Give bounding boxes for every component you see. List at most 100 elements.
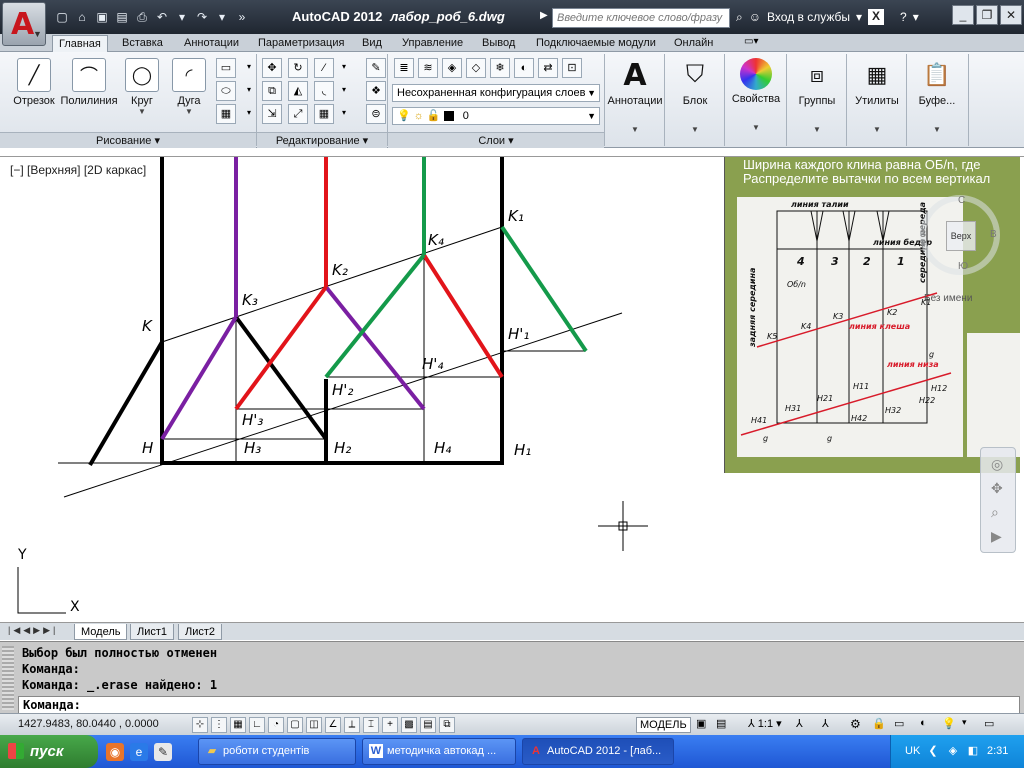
- ribbon-minimize-icon[interactable]: ▭▾: [744, 36, 758, 47]
- layer-off-icon[interactable]: ◐: [514, 58, 534, 78]
- auto-scale-icon[interactable]: ⅄: [822, 717, 829, 730]
- chevron-down-icon[interactable]: ▾: [340, 104, 348, 124]
- rotate-icon[interactable]: ↻: [288, 58, 308, 78]
- chevron-down-icon[interactable]: ▼: [122, 107, 162, 116]
- layer-unisolate-icon[interactable]: ◇: [466, 58, 486, 78]
- taskbar-item-word[interactable]: W методичка автокад ...: [362, 738, 516, 765]
- start-button[interactable]: пуск: [0, 735, 98, 768]
- quick-view-drawings-icon[interactable]: ▤: [716, 717, 726, 730]
- rectangle-icon[interactable]: ▭: [216, 58, 236, 78]
- explode-icon[interactable]: ❖: [366, 81, 386, 101]
- infer-constraints-icon[interactable]: ⊹: [192, 717, 208, 733]
- layer-state-dropdown[interactable]: Несохраненная конфигурация слоев ▼: [392, 84, 600, 102]
- annotation-visibility-icon[interactable]: ⅄: [796, 717, 803, 730]
- current-layer-dropdown[interactable]: 💡 ☼ 🔓 0 ▼: [392, 107, 600, 125]
- network-icon[interactable]: ◈: [945, 743, 961, 759]
- groups-panel-button[interactable]: ⧈ Группы ▼: [788, 58, 846, 148]
- chevron-down-icon[interactable]: ▾: [856, 10, 862, 24]
- status-menu-icon[interactable]: ▾: [962, 717, 967, 728]
- line-tool-button[interactable]: ╱ Отрезок: [10, 58, 58, 107]
- ducs-icon[interactable]: ⟂: [344, 717, 360, 733]
- modify-panel-title[interactable]: Редактирование ▾: [257, 132, 387, 148]
- draw-panel-title[interactable]: Рисование ▾: [0, 132, 256, 148]
- chevron-down-icon[interactable]: ▾: [340, 58, 348, 78]
- clean-screen-icon[interactable]: ▭: [984, 717, 994, 730]
- navigation-bar[interactable]: ◎ ✥ ⌕ ▶: [980, 447, 1016, 553]
- move-icon[interactable]: ✥: [262, 58, 282, 78]
- qat-more-icon[interactable]: »: [234, 9, 250, 25]
- lightbulb-icon[interactable]: 💡: [942, 717, 956, 730]
- application-menu-button[interactable]: A ▼: [2, 2, 46, 46]
- tab-insert[interactable]: Вставка: [116, 35, 169, 52]
- tab-model[interactable]: Модель: [74, 624, 128, 640]
- 3d-osnap-icon[interactable]: ◫: [306, 717, 322, 733]
- volume-icon[interactable]: ◧: [965, 743, 981, 759]
- trim-icon[interactable]: ⁄: [314, 58, 334, 78]
- taskbar-item-folder[interactable]: ▰ роботи студентів: [198, 738, 356, 765]
- layer-isolate-icon[interactable]: ◈: [442, 58, 462, 78]
- signin-button[interactable]: Вход в службы: [767, 10, 850, 24]
- erase-icon[interactable]: ✎: [366, 58, 386, 78]
- redo-dropdown-icon[interactable]: ▾: [214, 9, 230, 25]
- osnap-icon[interactable]: ▢: [287, 717, 303, 733]
- tab-plugins[interactable]: Подключаемые модули: [530, 35, 662, 52]
- search-input[interactable]: Введите ключевое слово/фразу: [552, 8, 730, 28]
- array-icon[interactable]: ▦: [314, 104, 334, 124]
- clipboard-panel-button[interactable]: 📋 Буфе... ▼: [908, 58, 966, 148]
- selection-cycling-icon[interactable]: ⧉: [439, 717, 455, 733]
- model-space-toggle[interactable]: МОДЕЛЬ: [636, 717, 691, 733]
- minimize-button[interactable]: _: [952, 5, 974, 25]
- search-expand-icon[interactable]: ▶: [540, 10, 548, 21]
- showmotion-icon[interactable]: ▶: [991, 528, 1002, 545]
- user-icon[interactable]: ☺: [749, 10, 761, 24]
- scale-icon[interactable]: ⤢: [288, 104, 308, 124]
- workspace-gear-icon[interactable]: ⚙: [850, 717, 861, 731]
- tab-layout2[interactable]: Лист2: [178, 624, 223, 640]
- circle-tool-button[interactable]: ◯ Круг ▼: [122, 58, 162, 116]
- exchange-icon[interactable]: X: [868, 9, 885, 25]
- tab-manage[interactable]: Управление: [396, 35, 469, 52]
- chevron-down-icon[interactable]: ▼: [726, 123, 786, 132]
- viewcube-west[interactable]: З: [920, 229, 926, 240]
- undo-dropdown-icon[interactable]: ▾: [174, 9, 190, 25]
- utilities-panel-button[interactable]: ▦ Утилиты ▼: [848, 58, 906, 148]
- drawing-canvas[interactable]: [−] [Верхняя] [2D каркас] K H K₃ H'₃ H₃ …: [0, 156, 1024, 622]
- chevron-down-icon[interactable]: ▼: [666, 125, 724, 134]
- arc-tool-button[interactable]: ◜ Дуга ▼: [168, 58, 210, 116]
- clock[interactable]: 2:31: [987, 745, 1008, 757]
- command-line-input[interactable]: Команда:: [18, 696, 1020, 714]
- polyline-tool-button[interactable]: ⌒ Полилиния: [60, 58, 118, 107]
- mirror-icon[interactable]: ◭: [288, 81, 308, 101]
- ellipse-icon[interactable]: ⬭: [216, 81, 236, 101]
- firefox-icon[interactable]: ◉: [106, 743, 124, 761]
- cursor-coordinates[interactable]: 1427.9483, 80.0440 , 0.0000: [18, 718, 159, 730]
- viewcube[interactable]: Верх З В Ю С: [920, 195, 1000, 275]
- hatch-icon[interactable]: ▦: [216, 104, 236, 124]
- tab-online[interactable]: Онлайн: [668, 35, 719, 52]
- tab-view[interactable]: Вид: [356, 35, 388, 52]
- viewcube-south[interactable]: Ю: [958, 261, 968, 272]
- ortho-icon[interactable]: ∟: [249, 717, 265, 733]
- otrack-icon[interactable]: ∠: [325, 717, 341, 733]
- chevron-down-icon[interactable]: ▼: [788, 125, 846, 134]
- save-as-icon[interactable]: ▤: [114, 9, 130, 25]
- tray-expand-icon[interactable]: ❮: [925, 743, 941, 759]
- stretch-icon[interactable]: ⇲: [262, 104, 282, 124]
- steering-wheel-icon[interactable]: ◎: [991, 456, 1003, 473]
- restore-button[interactable]: ❐: [976, 5, 998, 25]
- internet-explorer-icon[interactable]: e: [130, 743, 148, 761]
- isolate-objects-icon[interactable]: ◐: [920, 717, 927, 729]
- notepad-icon[interactable]: ✎: [154, 743, 172, 761]
- properties-panel-button[interactable]: Свойства ▼: [726, 58, 786, 148]
- close-button[interactable]: ✕: [1000, 5, 1022, 25]
- viewcube-top-face[interactable]: Верх: [946, 221, 976, 251]
- offset-icon[interactable]: ⊜: [366, 104, 386, 124]
- hardware-acceleration-icon[interactable]: ▭: [894, 717, 904, 730]
- transparency-icon[interactable]: ▩: [401, 717, 417, 733]
- chevron-down-icon[interactable]: ▼: [848, 125, 906, 134]
- viewcube-north[interactable]: С: [958, 195, 965, 206]
- chevron-down-icon[interactable]: ▾: [340, 81, 348, 101]
- ucs-name-label[interactable]: Без имени: [924, 293, 972, 304]
- open-file-icon[interactable]: ⌂: [74, 9, 90, 25]
- layer-lock-icon[interactable]: ⊡: [562, 58, 582, 78]
